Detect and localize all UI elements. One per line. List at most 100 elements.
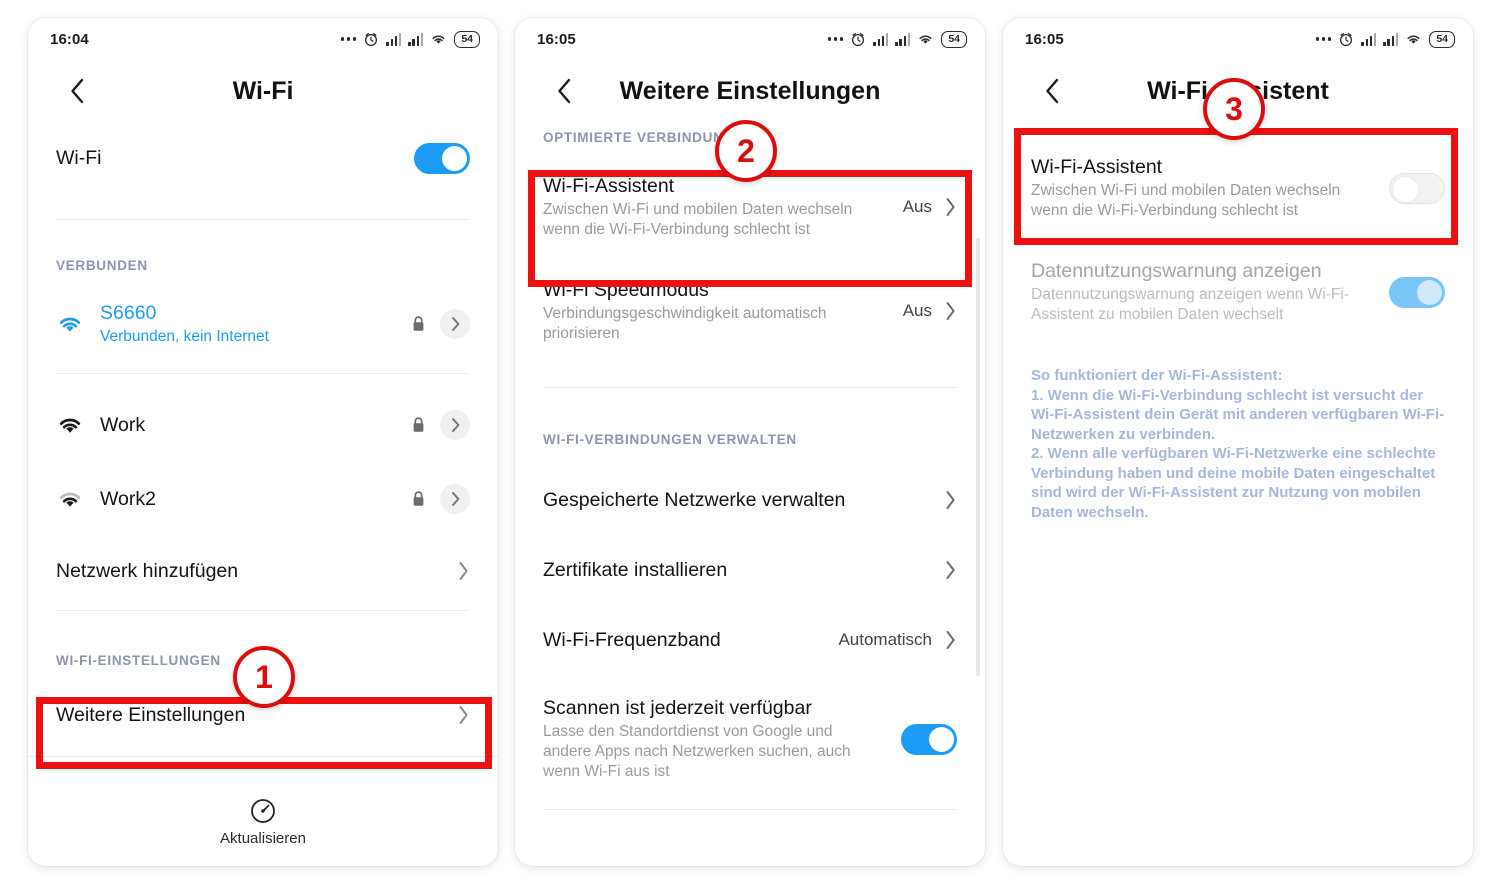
status-bar: 16:05 54 <box>1003 18 1473 60</box>
row-scanning-always-available[interactable]: Scannen ist jederzeit verfügbar Lasse de… <box>515 689 985 789</box>
alarm-clock-icon <box>365 32 378 47</box>
signal-bars-sim2-icon <box>408 32 424 46</box>
chevron-right-icon <box>944 489 957 511</box>
refresh-icon <box>251 799 275 823</box>
network-row-trailing <box>411 309 470 339</box>
row-install-certificates[interactable]: Zertifikate installieren <box>515 543 985 597</box>
back-button[interactable] <box>60 74 94 108</box>
row-trailing: Automatisch <box>838 629 957 651</box>
divider <box>543 809 957 810</box>
network-text: Work <box>100 414 411 437</box>
network-ssid: Work2 <box>100 487 156 510</box>
row-subtitle: Verbindungsgeschwindigkeit automatisch p… <box>543 304 827 342</box>
back-button[interactable] <box>1035 74 1069 108</box>
wifi-icon <box>1407 35 1420 44</box>
lock-icon <box>411 416 426 434</box>
screenshot-stage: 16:04 54 Wi-Fi Wi-Fi VERBUNDEN S6660 Ver… <box>0 0 1500 888</box>
network-row-work[interactable]: Work <box>28 388 498 462</box>
step-badge-3: 3 <box>1203 78 1265 140</box>
app-bar: Weitere Einstellungen <box>515 60 985 122</box>
status-time: 16:05 <box>1025 30 1064 48</box>
section-header-connected: VERBUNDEN <box>56 258 148 273</box>
wifi-icon <box>432 35 445 44</box>
alarm-clock-icon <box>852 32 865 47</box>
row-wifi-assistant-toggle[interactable]: Wi-Fi-Assistent Zwischen Wi-Fi und mobil… <box>1003 150 1473 226</box>
divider <box>56 610 470 611</box>
refresh-label: Aktualisieren <box>220 830 306 847</box>
phone-screen-wifi-assistant: 16:05 54 Wi-Fi-Assistent Zwischen Wi-Fi … <box>1003 18 1473 866</box>
battery-indicator: 54 <box>454 30 480 48</box>
network-status: Verbunden, kein Internet <box>100 327 269 345</box>
divider <box>543 387 957 388</box>
row-value: Automatisch <box>838 630 932 649</box>
network-text: S6660 Verbunden, kein Internet <box>100 302 411 347</box>
wifi-master-toggle-row[interactable]: Wi-Fi <box>28 122 498 194</box>
row-text: Wi-Fi-Assistent Zwischen Wi-Fi und mobil… <box>1031 156 1371 221</box>
wifi-master-label: Wi-Fi <box>56 146 102 169</box>
page-title: Weitere Einstellungen <box>619 76 881 105</box>
back-button[interactable] <box>547 74 581 108</box>
row-text: Wi-Fi-Assistent Zwischen Wi-Fi und mobil… <box>543 175 885 240</box>
network-row-trailing <box>411 410 470 440</box>
network-details-button[interactable] <box>440 410 470 440</box>
status-icon-group: 54 <box>827 30 967 48</box>
row-subtitle: Zwischen Wi-Fi und mobilen Daten wechsel… <box>543 200 853 238</box>
wifi-signal-icon <box>56 488 100 510</box>
status-time: 16:04 <box>50 30 89 48</box>
network-ssid: S6660 <box>100 301 157 324</box>
panel2-body: OPTIMIERTE VERBINDUNGEN Wi-Fi-Assistent … <box>515 130 985 866</box>
more-dots-icon <box>1315 37 1332 41</box>
app-bar: Wi-Fi <box>28 60 498 122</box>
row-value: Aus <box>902 301 932 320</box>
network-details-button[interactable] <box>440 309 470 339</box>
row-subtitle: Lasse den Standortdienst von Google und … <box>543 722 851 780</box>
divider <box>56 219 470 220</box>
row-value: Aus <box>902 197 932 216</box>
network-text: Work2 <box>100 488 411 511</box>
row-title: Wi-Fi Speedmodus <box>543 278 709 301</box>
wifi-assistant-toggle[interactable] <box>1389 172 1445 204</box>
network-row-work2[interactable]: Work2 <box>28 462 498 536</box>
panel3-body: Wi-Fi-Assistent Zwischen Wi-Fi und mobil… <box>1003 150 1473 866</box>
row-subtitle: Zwischen Wi-Fi und mobilen Daten wechsel… <box>1031 181 1341 219</box>
row-title: Gespeicherte Netzwerke verwalten <box>543 488 846 511</box>
refresh-button[interactable]: Aktualisieren <box>28 778 498 866</box>
chevron-right-icon <box>944 300 957 322</box>
step-badge-2: 2 <box>715 120 777 182</box>
wifi-signal-icon <box>56 414 100 436</box>
divider <box>56 373 470 374</box>
row-title: Scannen ist jederzeit verfügbar <box>543 696 812 719</box>
signal-bars-sim1-icon <box>386 32 402 46</box>
signal-bars-sim1-icon <box>1361 32 1377 46</box>
vertical-scrollbar[interactable] <box>976 238 980 676</box>
battery-indicator: 54 <box>1429 30 1455 48</box>
status-bar: 16:05 54 <box>515 18 985 60</box>
scanning-toggle[interactable] <box>901 723 957 755</box>
row-text: Datennutzungswarnung anzeigen Datennutzu… <box>1031 260 1371 325</box>
wifi-master-toggle[interactable] <box>414 142 470 174</box>
alarm-clock-icon <box>1340 32 1353 47</box>
row-title: Wi-Fi-Assistent <box>543 174 675 197</box>
battery-indicator: 54 <box>941 30 967 48</box>
more-dots-icon <box>340 37 357 41</box>
chevron-right-icon <box>944 629 957 651</box>
signal-bars-sim1-icon <box>873 32 889 46</box>
row-trailing: Aus <box>903 196 957 218</box>
row-frequency-band[interactable]: Wi-Fi-Frequenzband Automatisch <box>515 613 985 667</box>
row-subtitle: Datennutzungswarnung anzeigen wenn Wi-Fi… <box>1031 285 1349 323</box>
add-network-row[interactable]: Netzwerk hinzufügen <box>28 536 498 606</box>
wifi-signal-icon <box>56 313 100 335</box>
network-row-trailing <box>411 484 470 514</box>
status-icon-group: 54 <box>1315 30 1455 48</box>
network-details-button[interactable] <box>440 484 470 514</box>
row-text: Scannen ist jederzeit verfügbar Lasse de… <box>543 697 883 782</box>
data-warning-toggle[interactable] <box>1389 276 1445 308</box>
row-title: Zertifikate installieren <box>543 558 728 581</box>
page-title: Wi-Fi <box>232 76 294 105</box>
row-data-warning-toggle[interactable]: Datennutzungswarnung anzeigen Datennutzu… <box>1003 254 1473 330</box>
network-row-connected[interactable]: S6660 Verbunden, kein Internet <box>28 287 498 361</box>
divider <box>28 756 498 757</box>
row-saved-networks[interactable]: Gespeicherte Netzwerke verwalten <box>515 473 985 527</box>
row-wifi-speedmode[interactable]: Wi-Fi Speedmodus Verbindungsgeschwindigk… <box>515 273 985 349</box>
signal-bars-sim2-icon <box>895 32 911 46</box>
